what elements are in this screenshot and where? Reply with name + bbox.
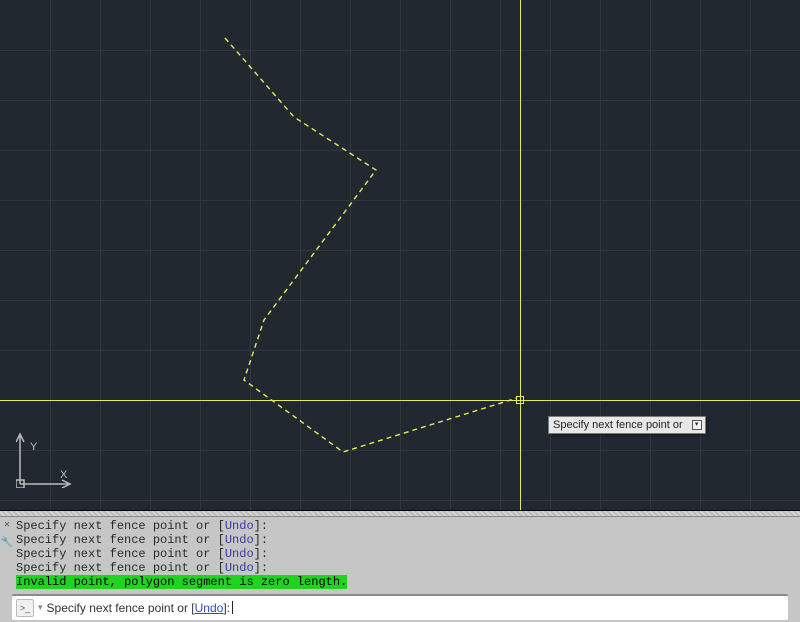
wrench-icon[interactable]: 🔧 — [1, 537, 13, 551]
command-input-row[interactable]: >_ ▾ Specify next fence point or [Undo]: — [12, 594, 788, 620]
dynamic-input-tooltip[interactable]: Specify next fence point or ▾ — [548, 416, 706, 434]
history-line: Specify next fence point or [Undo]: — [16, 561, 800, 575]
prompt-icon[interactable]: >_ — [16, 599, 34, 617]
prompt-link-undo[interactable]: Undo — [195, 601, 224, 615]
tooltip-dropdown-icon[interactable]: ▾ — [692, 420, 702, 430]
crosshair-horizontal — [0, 400, 800, 401]
ucs-icon: Y X — [16, 428, 76, 488]
command-history[interactable]: ✕ 🔧 Specify next fence point or [Undo]:S… — [0, 517, 800, 594]
tooltip-text: Specify next fence point or — [553, 419, 683, 431]
command-prompt-text: Specify next fence point or [Undo]: — [47, 601, 230, 615]
crosshair-vertical — [520, 0, 521, 510]
prompt-pre: Specify next fence point or [ — [47, 601, 195, 615]
command-line-panel: ✕ 🔧 Specify next fence point or [Undo]:S… — [0, 510, 800, 622]
ucs-x-label: X — [60, 469, 68, 481]
history-line: Specify next fence point or [Undo]: — [16, 519, 800, 533]
ucs-y-label: Y — [30, 441, 38, 453]
chevron-down-icon[interactable]: ▾ — [38, 602, 43, 613]
close-icon[interactable]: ✕ — [4, 519, 10, 533]
crosshair-pickbox — [516, 396, 524, 404]
history-line: Specify next fence point or [Undo]: — [16, 533, 800, 547]
prompt-post: ]: — [223, 601, 230, 615]
text-caret — [232, 601, 233, 614]
history-line: Specify next fence point or [Undo]: — [16, 547, 800, 561]
history-error-line: Invalid point, polygon segment is zero l… — [16, 575, 800, 589]
drawing-viewport[interactable]: Specify next fence point or ▾ Y X — [0, 0, 800, 510]
